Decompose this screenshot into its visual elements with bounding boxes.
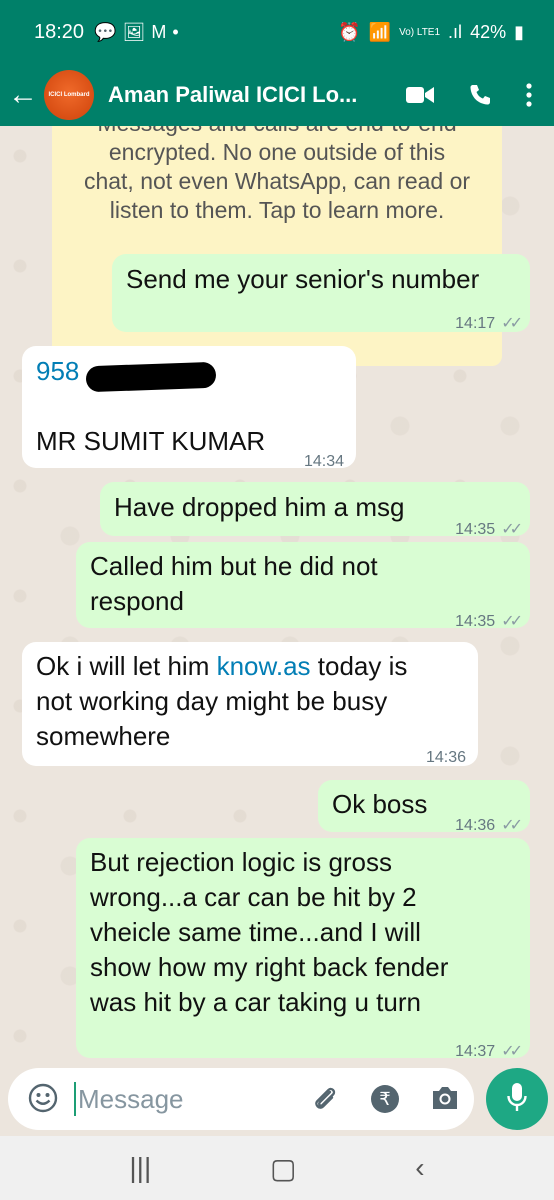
network-label: Vo) LTE1	[399, 26, 441, 38]
recent-apps-icon[interactable]: |||	[129, 1152, 151, 1184]
delivered-ticks-icon: ✓✓	[501, 1043, 523, 1060]
incoming-message[interactable]: Ok i will let him know.as today is not w…	[22, 642, 478, 766]
nav-back-icon[interactable]: ‹	[415, 1152, 424, 1184]
message-time: 14:35	[455, 613, 496, 630]
voice-call-icon[interactable]	[468, 83, 492, 107]
message-text: MR SUMIT KUMAR	[36, 426, 266, 456]
message-line: vheicle same time...and I will	[90, 917, 421, 947]
message-time: 14:34	[303, 453, 344, 470]
chat-header: ← ICICI Lombard Aman Paliwal ICICI Lo...	[0, 64, 554, 126]
delivered-ticks-icon: ✓✓	[501, 315, 523, 332]
encryption-line: encrypted. No one outside of this	[108, 139, 446, 165]
camera-icon[interactable]	[430, 1084, 460, 1117]
more-options-icon[interactable]	[526, 83, 532, 107]
message-line: somewhere	[36, 721, 171, 751]
svg-text:₹: ₹	[379, 1089, 390, 1110]
message-text: Ok boss	[332, 789, 428, 819]
message-line: respond	[90, 586, 184, 616]
message-text-part: Ok i will let him	[36, 651, 217, 681]
outgoing-message[interactable]: Have dropped him a msg 14:35 ✓✓	[100, 482, 530, 538]
message-line: wrong...a car can be hit by 2	[90, 882, 417, 912]
wifi-icon: 📶	[368, 21, 392, 42]
message-time: 14:36	[425, 749, 466, 766]
gmail-notification-icon: M	[151, 21, 167, 42]
message-text: Have dropped him a msg	[114, 492, 405, 522]
message-line: Called him but he did not	[90, 551, 378, 581]
emoji-icon[interactable]	[28, 1083, 58, 1118]
avatar-logo-text: ICICI Lombard	[48, 92, 90, 98]
back-arrow-icon[interactable]: ←	[8, 80, 42, 110]
status-time: 18:20	[34, 20, 85, 43]
chat-notification-icon: 💬	[94, 21, 117, 42]
voice-record-button[interactable]	[486, 1068, 548, 1130]
encryption-line: Messages and calls are end-to-end	[52, 126, 502, 138]
message-time: 14:37	[455, 1043, 496, 1060]
encryption-line: listen to them. Tap to learn more.	[109, 197, 445, 223]
message-line: was hit by a car taking u turn	[90, 987, 421, 1017]
delivered-ticks-icon: ✓✓	[501, 613, 523, 630]
dot-icon: •	[172, 21, 179, 42]
message-list[interactable]: Messages and calls are end-to-end encryp…	[0, 126, 554, 1136]
alarm-icon: ⏰	[338, 21, 361, 42]
message-link[interactable]: know.as	[217, 651, 311, 681]
contact-name[interactable]: Aman Paliwal ICICI Lo...	[108, 82, 370, 108]
home-icon[interactable]: ▢	[270, 1152, 296, 1185]
outgoing-message[interactable]: Called him but he did not respond 14:35 …	[76, 542, 530, 630]
video-call-icon[interactable]	[406, 85, 434, 105]
contact-avatar[interactable]: ICICI Lombard	[44, 70, 94, 120]
encryption-line: chat, not even WhatsApp, can read or	[83, 168, 471, 194]
gallery-notification-icon: 🖼	[122, 21, 146, 42]
message-line: not working day might be busy	[36, 686, 388, 716]
message-line: But rejection logic is gross	[90, 847, 393, 877]
battery-icon: ▮	[514, 21, 524, 42]
message-input[interactable]	[74, 1082, 294, 1116]
attach-icon[interactable]	[310, 1084, 340, 1119]
signal-icon: .ıl	[448, 21, 463, 42]
message-text: Send me your senior's number	[126, 264, 480, 294]
payment-rupee-icon[interactable]: ₹	[370, 1084, 400, 1119]
message-text-part: today is	[310, 651, 408, 681]
incoming-message[interactable]: 958 MR SUMIT KUMAR 14:34	[22, 346, 356, 470]
message-composer: ₹	[8, 1068, 474, 1130]
message-time: 14:17	[455, 315, 496, 332]
battery-percent: 42%	[470, 21, 507, 42]
outgoing-message[interactable]: Ok boss 14:36 ✓✓	[318, 780, 530, 834]
microphone-icon	[507, 1082, 527, 1117]
outgoing-message[interactable]: Send me your senior's number 14:17 ✓✓	[112, 254, 530, 332]
system-navigation-bar: ||| ▢ ‹	[0, 1136, 554, 1200]
status-bar: 18:20 💬 🖼 M • ⏰ 📶 Vo) LTE1 .ıl 42% ▮	[0, 0, 554, 64]
outgoing-message[interactable]: But rejection logic is gross wrong...a c…	[76, 838, 530, 1060]
message-line: Ok i will let him know.as today is	[36, 649, 407, 684]
message-line: show how my right back fender	[90, 952, 449, 982]
phone-number-link[interactable]: 958	[36, 356, 79, 386]
redaction-mark	[85, 361, 217, 393]
